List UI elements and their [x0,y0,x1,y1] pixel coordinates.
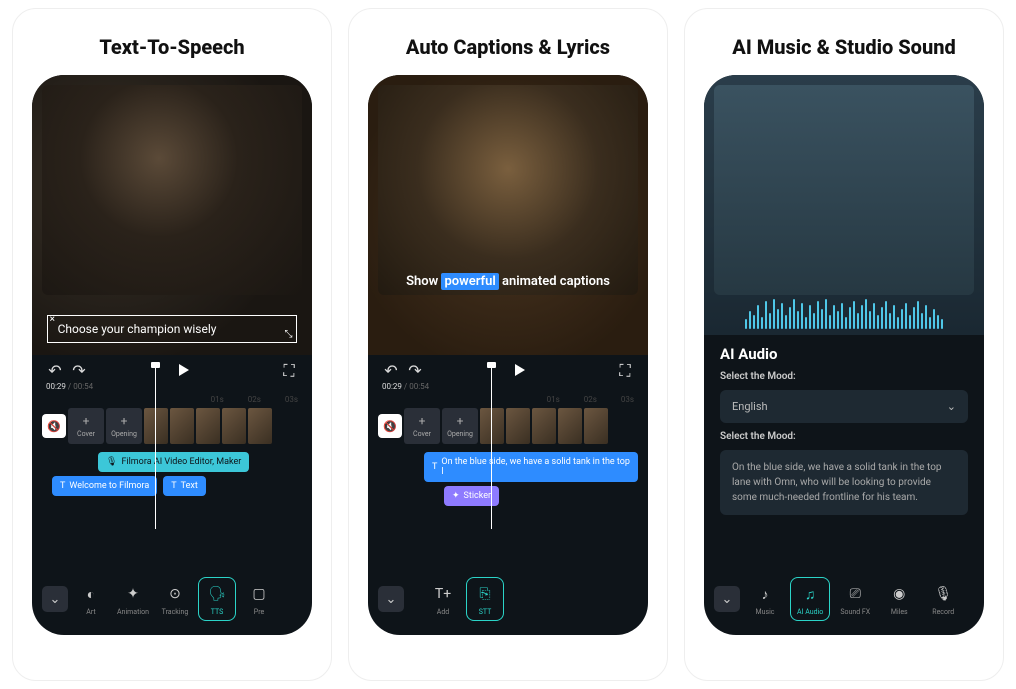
feature-card-captions: Auto Captions & Lyrics Show powerful ani… [348,8,668,681]
tool-music[interactable]: ♪Music [746,582,784,616]
language-select[interactable]: English ⌄ [720,390,968,423]
clip-thumb[interactable] [248,408,272,444]
bottom-toolbar: ⌄ T+Add ⎘STT [368,569,648,635]
caption-overlay: Show powerful animated captions [368,274,648,289]
mute-button[interactable]: 🔇 [42,414,66,438]
panel-title: AI Audio [720,345,968,363]
text-chip[interactable]: T Text [163,476,206,496]
bottom-toolbar: ⌄ ♪Music ♫AI Audio ⎚Sound FX ◉Miles 🎙Rec… [704,569,984,635]
tool-ai-audio[interactable]: ♫AI Audio [790,577,830,621]
playhead[interactable] [155,368,156,529]
timecode: 00:29 / 00:54 [368,382,648,395]
text-overlay-box[interactable]: × Choose your champion wisely ⤡ [47,315,298,343]
opening-slot[interactable]: +Opening [442,408,478,444]
text-chip[interactable]: T Welcome to Filmora [52,476,157,496]
tool-soundfx[interactable]: ⎚Sound FX [836,582,874,616]
tool-record[interactable]: 🎙Record [924,582,962,616]
player-controls: ↶ ↷ ⛶ [32,355,312,382]
timeline-ticks: 01s02s03s [368,395,648,408]
waveform [704,297,984,335]
play-button[interactable] [515,364,525,376]
tool-animation[interactable]: ✦Animation [114,582,152,616]
expand-icon[interactable]: ⤡ [284,329,292,340]
preview-person [714,85,974,295]
ai-audio-panel: AI Audio Select the Mood: English ⌄ Sele… [704,335,984,569]
phone-mock-2: Show powerful animated captions ↶ ↷ ⛶ 00… [368,75,648,635]
opening-slot[interactable]: +Opening [106,408,142,444]
clip-thumb[interactable] [532,408,556,444]
chevron-down-icon: ⌄ [947,400,956,413]
close-icon[interactable]: × [50,314,55,325]
timeline-ticks: 01s02s03s [32,395,312,408]
clip-thumb[interactable] [558,408,582,444]
collapse-button[interactable]: ⌄ [42,586,68,612]
play-button[interactable] [179,364,189,376]
preview-person [378,85,638,295]
timeline-tracks[interactable]: 🔇 +Cover +Opening T On the blue side, we… [368,408,648,569]
card-title: AI Music & Studio Sound [732,35,955,59]
video-preview[interactable] [704,75,984,335]
tool-add[interactable]: T+Add [424,582,462,616]
fullscreen-icon[interactable]: ⛶ [616,362,634,380]
redo-icon[interactable]: ↷ [70,362,88,380]
collapse-button[interactable]: ⌄ [378,586,404,612]
phone-mock-3: AI Audio Select the Mood: English ⌄ Sele… [704,75,984,635]
timecode: 00:29 / 00:54 [32,382,312,395]
card-title: Auto Captions & Lyrics [406,35,610,59]
clip-thumb[interactable] [584,408,608,444]
caption-chip[interactable]: T On the blue side, we have a solid tank… [424,452,638,482]
prompt-textarea[interactable]: On the blue side, we have a solid tank i… [720,450,968,515]
highlighted-word: powerful [441,273,498,290]
video-preview[interactable]: Show powerful animated captions [368,75,648,355]
timeline-tracks[interactable]: 🔇 +Cover +Opening 🎙 Filmora AI Video Edi… [32,408,312,569]
collapse-button[interactable]: ⌄ [714,586,740,612]
tts-chip[interactable]: 🎙 Filmora AI Video Editor, Maker [98,452,249,472]
tool-tts[interactable]: 🗣TTS [198,577,236,621]
feature-card-tts: Text-To-Speech × Choose your champion wi… [12,8,332,681]
undo-icon[interactable]: ↶ [382,362,400,380]
bottom-toolbar: ⌄ ◐Art ✦Animation ⊙Tracking 🗣TTS ▢Pre [32,569,312,635]
clip-thumb[interactable] [506,408,530,444]
undo-icon[interactable]: ↶ [46,362,64,380]
clip-thumb[interactable] [196,408,220,444]
clip-thumb[interactable] [170,408,194,444]
tool-art[interactable]: ◐Art [72,582,110,616]
phone-mock-1: × Choose your champion wisely ⤡ ↶ ↷ ⛶ 00… [32,75,312,635]
cover-slot[interactable]: +Cover [404,408,440,444]
clip-thumb[interactable] [222,408,246,444]
tool-miles[interactable]: ◉Miles [880,582,918,616]
overlay-text: Choose your champion wisely [58,322,217,336]
tool-tracking[interactable]: ⊙Tracking [156,582,194,616]
playhead[interactable] [491,368,492,529]
feature-card-aimusic: AI Music & Studio Sound AI Audio Select … [684,8,1004,681]
tool-preview[interactable]: ▢Pre [240,582,278,616]
tool-stt[interactable]: ⎘STT [466,577,504,621]
card-title: Text-To-Speech [99,35,244,59]
player-controls: ↶ ↷ ⛶ [368,355,648,382]
preview-person [42,85,302,295]
video-preview[interactable]: × Choose your champion wisely ⤡ [32,75,312,355]
mood-label-1: Select the Mood: [720,371,968,382]
mood-label-2: Select the Mood: [720,431,968,442]
fullscreen-icon[interactable]: ⛶ [280,362,298,380]
mute-button[interactable]: 🔇 [378,414,402,438]
redo-icon[interactable]: ↷ [406,362,424,380]
cover-slot[interactable]: +Cover [68,408,104,444]
